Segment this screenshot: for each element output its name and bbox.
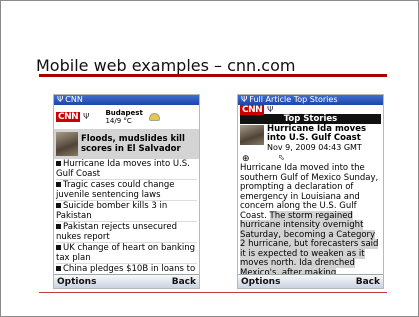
bullet-icon (56, 245, 61, 250)
footer-divider (39, 292, 387, 293)
bullet-icon (56, 161, 61, 166)
list-item[interactable]: Suicide bomber kills 3 in Pakistan (56, 201, 197, 222)
weather-cloud-icon (148, 113, 160, 121)
cnn-logo[interactable]: CNN (240, 104, 265, 115)
bullet-icon (56, 266, 61, 271)
options-softkey[interactable]: Options (54, 277, 99, 287)
list-item[interactable]: Tragic cases could change juvenile sente… (56, 180, 197, 201)
article-header: Hurricane Ida moves into U.S. Gulf Coast… (238, 124, 383, 153)
status-title: CNN (65, 95, 83, 104)
cnn-logo[interactable]: CNN (56, 112, 81, 122)
back-softkey[interactable]: Back (169, 277, 199, 287)
phone-screen-article: Ψ Full Article Top Stories CNN Ψ Top Sto… (238, 95, 383, 288)
status-title: Full Article Top Stories (249, 95, 338, 104)
list-item[interactable]: Hurricane Ida moves into U.S. Gulf Coast (56, 159, 197, 180)
story-list: Hurricane Ida moves into U.S. Gulf Coast… (54, 159, 199, 285)
slide-title: Mobile web examples – cnn.com (36, 56, 296, 75)
bullet-icon (56, 182, 61, 187)
tool-row: ⊕ ⬁ (238, 153, 383, 164)
back-softkey[interactable]: Back (353, 277, 383, 287)
article-thumbnail (240, 125, 264, 145)
status-bar: Ψ Full Article Top Stories (238, 95, 383, 105)
weather-city: Budapest (105, 109, 143, 117)
article-paragraph-highlighted[interactable]: The storm regained hurricane intensity o… (240, 210, 379, 278)
zoom-icon[interactable]: ⊕ (242, 154, 250, 164)
section-header: Top Stories (240, 114, 381, 124)
list-item[interactable]: Pakistan rejects unsecured nukes report (56, 222, 197, 243)
phone-screen-home: Ψ CNN CNN Ψ Budapest 14/9 °C Floods, mud… (54, 95, 199, 288)
signal-icon: Ψ (57, 95, 64, 104)
list-item[interactable]: UK change of heart on banking tax plan (56, 243, 197, 264)
softkey-bar: Options Back (54, 274, 199, 288)
status-bar: Ψ CNN (54, 95, 199, 105)
cursor-icon: ⬁ (278, 153, 285, 162)
softkey-bar: Options Back (238, 274, 383, 288)
article-body: Hurricane Ida moved into the southern Gu… (238, 163, 383, 278)
weather-widget[interactable]: Budapest 14/9 °C (105, 109, 142, 125)
hero-thumbnail (56, 132, 78, 156)
options-softkey[interactable]: Options (238, 277, 283, 287)
hero-story[interactable]: Floods, mudslides kill scores in El Salv… (54, 129, 199, 159)
weather-temp: 14/9 °C (105, 117, 132, 125)
header-row: CNN Ψ (238, 104, 383, 115)
title-underline (39, 74, 387, 77)
header-row: CNN Ψ Budapest 14/9 °C (54, 105, 199, 129)
slide: Mobile web examples – cnn.com Ψ CNN CNN … (0, 0, 419, 317)
antenna-icon: Ψ (83, 112, 90, 121)
hero-headline: Floods, mudslides kill scores in El Salv… (81, 134, 185, 154)
bullet-icon (56, 224, 61, 229)
article-date: Nov 9, 2009 04:43 GMT (267, 143, 362, 152)
article-headline: Hurricane Ida moves into U.S. Gulf Coast (267, 124, 367, 143)
bullet-icon (56, 203, 61, 208)
antenna-icon: Ψ (267, 104, 274, 114)
signal-icon: Ψ (241, 95, 248, 104)
